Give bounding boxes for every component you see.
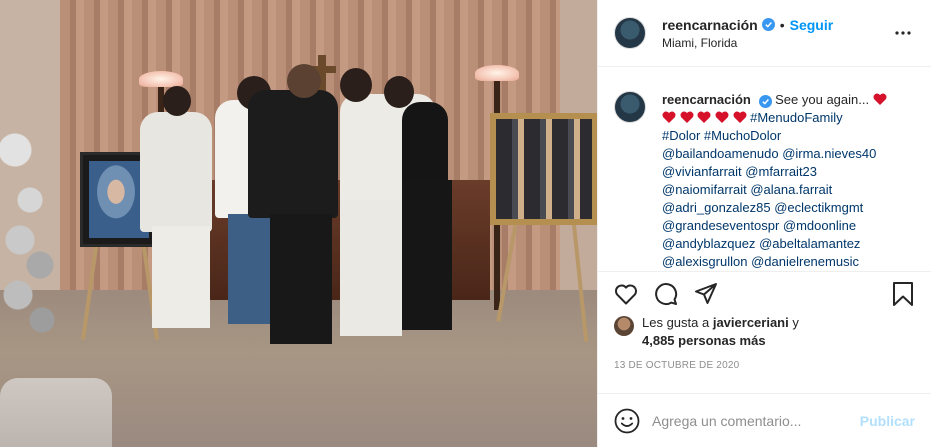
mention-link[interactable]: @andyblazquez bbox=[662, 236, 755, 251]
photo-person-3-head bbox=[287, 64, 321, 98]
mention-link[interactable]: @eclectikmgmt bbox=[774, 200, 863, 215]
like-heart-icon[interactable] bbox=[614, 282, 638, 306]
comment-input[interactable] bbox=[652, 412, 848, 429]
mention-link[interactable]: @mfarrait23 bbox=[745, 164, 817, 179]
mention-link[interactable]: @alana.farrait bbox=[750, 182, 832, 197]
likes-suffix: y bbox=[792, 314, 799, 330]
likes-count[interactable]: 4,885 personas más bbox=[642, 333, 766, 348]
photo-person-5 bbox=[402, 102, 448, 188]
post-header: reencarnación • Seguir Miami, Florida bbox=[598, 0, 931, 68]
comment-icon[interactable] bbox=[654, 282, 678, 306]
mention-link[interactable]: @naiomifarrait bbox=[662, 182, 747, 197]
mention-link[interactable]: @irma.nieves40 bbox=[782, 146, 876, 161]
photo-person-4-legs bbox=[340, 200, 402, 336]
photo-person-3-legs bbox=[270, 214, 332, 344]
liker-avatar[interactable] bbox=[614, 315, 634, 336]
heart-emoji-icon bbox=[697, 110, 711, 125]
photo-chair bbox=[0, 378, 112, 447]
publish-button[interactable]: Publicar bbox=[860, 413, 915, 429]
header-text: reencarnación • Seguir Miami, Florida bbox=[662, 17, 891, 50]
follow-button[interactable]: Seguir bbox=[790, 17, 834, 33]
photo-person-5-legs bbox=[402, 180, 452, 330]
photo-person-4-head bbox=[340, 68, 372, 102]
mention-link[interactable]: @abeltalamantez bbox=[759, 236, 860, 251]
mention-link[interactable]: @adri_gonzalez85 bbox=[662, 200, 771, 215]
mention-link[interactable]: @vivianfarrait bbox=[662, 164, 742, 179]
share-icon[interactable] bbox=[694, 282, 718, 306]
post-caption: reencarnación See you again... #MenudoFa… bbox=[662, 91, 887, 271]
emoji-picker-icon[interactable] bbox=[614, 408, 640, 434]
hashtag-link[interactable]: #MuchoDolor bbox=[704, 128, 781, 143]
caption-area: reencarnación See you again... #MenudoFa… bbox=[598, 67, 931, 271]
photo-balloons bbox=[0, 90, 60, 340]
photo-lamp-left-shade bbox=[139, 71, 183, 87]
verified-badge-icon bbox=[761, 18, 775, 32]
post-date[interactable]: 13 de octubre de 2020 bbox=[598, 360, 931, 381]
photo-person-1-legs bbox=[152, 226, 210, 328]
likes-prefix: Les gusta a bbox=[642, 314, 710, 330]
heart-emoji-icon bbox=[680, 110, 694, 125]
author-username[interactable]: reencarnación bbox=[662, 17, 758, 33]
likes-text: Les gusta a javierceriani y 4,885 person… bbox=[642, 314, 799, 350]
post-side-panel: reencarnación • Seguir Miami, Florida re… bbox=[597, 0, 931, 447]
caption-author-avatar[interactable] bbox=[614, 91, 646, 124]
author-avatar[interactable] bbox=[614, 17, 646, 50]
heart-emoji-icon bbox=[873, 92, 887, 107]
header-separator: • bbox=[779, 16, 785, 33]
more-options-icon[interactable] bbox=[891, 21, 915, 45]
comment-box: Publicar bbox=[598, 393, 931, 447]
photo-person-2-legs bbox=[228, 214, 274, 324]
heart-emoji-icon bbox=[733, 110, 747, 125]
photo-collage-frame bbox=[490, 113, 597, 225]
photo-person-1-head bbox=[163, 86, 191, 116]
photo-person-1 bbox=[140, 112, 212, 232]
photo-person-5-head bbox=[384, 76, 414, 108]
liker-username[interactable]: javierceriani bbox=[713, 315, 789, 330]
header-line: reencarnación • Seguir bbox=[662, 17, 891, 33]
post-location[interactable]: Miami, Florida bbox=[662, 36, 891, 50]
heart-emoji-icon bbox=[662, 110, 676, 125]
instagram-post: reencarnación • Seguir Miami, Florida re… bbox=[0, 0, 931, 447]
mention-link[interactable]: @danielrenemusic bbox=[751, 254, 859, 269]
verified-badge-icon bbox=[758, 95, 772, 109]
heart-emoji-icon bbox=[715, 110, 729, 125]
mention-link[interactable]: @bailandoamenudo bbox=[662, 146, 779, 161]
mention-link[interactable]: @mdoonline bbox=[783, 218, 856, 233]
hashtag-link[interactable]: #MenudoFamily bbox=[750, 110, 843, 125]
hashtag-link[interactable]: #Dolor bbox=[662, 128, 700, 143]
mention-link[interactable]: @alexisgrullon bbox=[662, 254, 747, 269]
photo-lamp-right-shade bbox=[475, 65, 519, 81]
save-bookmark-icon[interactable] bbox=[891, 281, 915, 306]
post-photo[interactable] bbox=[0, 0, 597, 447]
caption-text: See you again... bbox=[775, 92, 870, 108]
photo-person-3 bbox=[248, 90, 338, 218]
likes-summary: Les gusta a javierceriani y 4,885 person… bbox=[598, 314, 931, 353]
caption-username[interactable]: reencarnación bbox=[662, 92, 751, 107]
photo-collage bbox=[496, 119, 592, 219]
mention-link[interactable]: @grandeseventospr bbox=[662, 218, 779, 233]
post-actions bbox=[598, 271, 931, 315]
